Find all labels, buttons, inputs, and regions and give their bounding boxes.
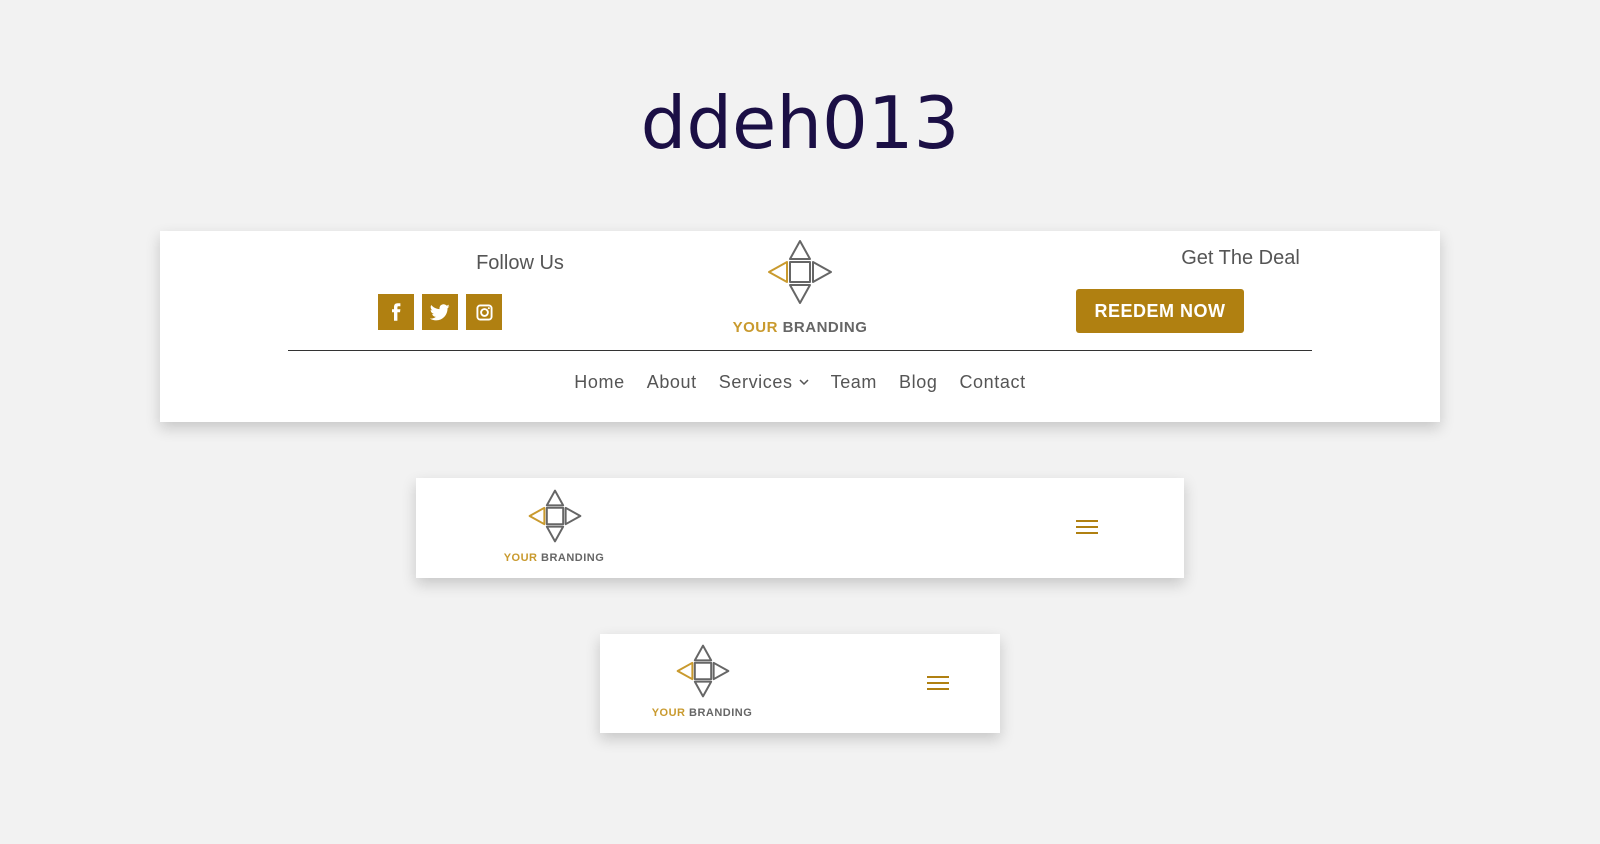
brand-logo[interactable]: YOUR BRANDING — [715, 239, 885, 339]
facebook-icon — [392, 303, 401, 321]
nav-item-home[interactable]: Home — [574, 372, 624, 393]
hamburger-menu-icon[interactable] — [1076, 519, 1098, 535]
nav-item-label: About — [646, 372, 697, 392]
twitter-icon — [430, 303, 450, 320]
nav-item-label: Contact — [959, 372, 1026, 392]
nav-item-blog[interactable]: Blog — [899, 372, 937, 393]
mobile-header: YOUR BRANDING — [600, 634, 1000, 733]
hamburger-menu-icon[interactable] — [927, 675, 949, 691]
social-links — [378, 294, 510, 330]
instagram-button[interactable] — [466, 294, 502, 330]
logo-wordmark: YOUR BRANDING — [496, 552, 612, 564]
nav-item-team[interactable]: Team — [831, 372, 877, 393]
logo-word-main: BRANDING — [689, 707, 753, 719]
logo-word-main: BRANDING — [541, 552, 605, 564]
follow-us-label: Follow Us — [476, 252, 564, 274]
main-nav: Home About Services Team Blog Contact — [160, 372, 1440, 393]
twitter-button[interactable] — [422, 294, 458, 330]
logo-mark-icon — [768, 240, 832, 304]
deal-title: Get The Deal — [1181, 247, 1300, 269]
facebook-button[interactable] — [378, 294, 414, 330]
nav-item-label: Blog — [899, 372, 938, 392]
redeem-now-button[interactable]: REEDEM NOW — [1076, 289, 1244, 333]
logo-mark-icon — [528, 489, 582, 543]
nav-item-about[interactable]: About — [647, 372, 697, 393]
logo-wordmark: YOUR BRANDING — [644, 707, 760, 719]
logo-mark-icon — [676, 644, 730, 698]
desktop-header: Follow Us YOUR BRANDING Get The Deal REE… — [160, 231, 1440, 422]
nav-item-label: Home — [574, 372, 625, 392]
nav-item-contact[interactable]: Contact — [959, 372, 1025, 393]
page-title: ddeh013 — [640, 81, 960, 165]
header-divider — [288, 350, 1312, 351]
logo-wordmark: YOUR BRANDING — [715, 319, 885, 336]
logo-word-accent: YOUR — [503, 552, 538, 564]
nav-item-label: Services — [718, 372, 793, 392]
brand-logo[interactable]: YOUR BRANDING — [496, 489, 612, 569]
nav-item-label: Team — [830, 372, 878, 392]
nav-item-services[interactable]: Services — [719, 372, 809, 393]
logo-word-main: BRANDING — [782, 319, 868, 336]
tablet-header: YOUR BRANDING — [416, 478, 1184, 578]
logo-word-accent: YOUR — [732, 319, 778, 336]
brand-logo[interactable]: YOUR BRANDING — [644, 644, 760, 724]
chevron-down-icon — [799, 379, 809, 386]
instagram-icon — [475, 303, 493, 321]
logo-word-accent: YOUR — [651, 707, 686, 719]
